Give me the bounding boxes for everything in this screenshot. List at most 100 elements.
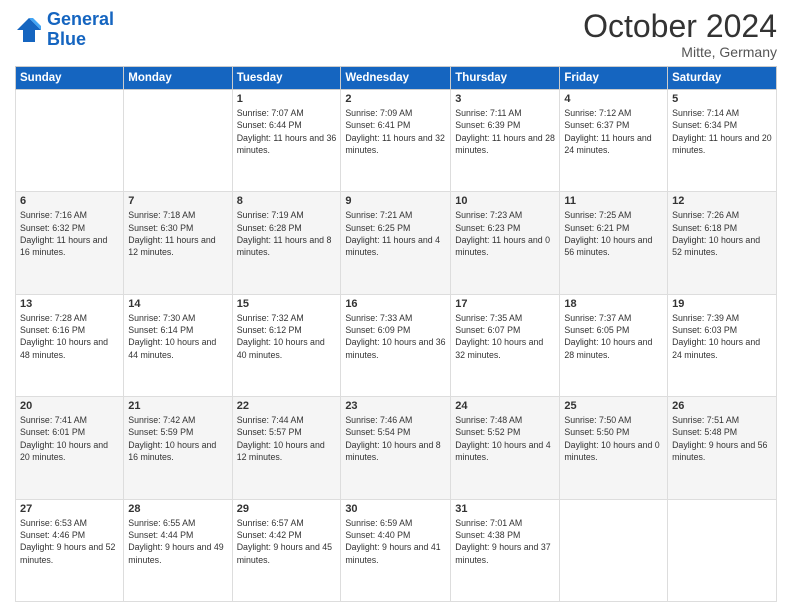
page: General Blue October 2024 Mitte, Germany… [0,0,792,612]
day-info: Sunrise: 7:25 AM Sunset: 6:21 PM Dayligh… [564,209,663,258]
day-info: Sunrise: 7:23 AM Sunset: 6:23 PM Dayligh… [455,209,555,258]
weekday-header: Thursday [451,67,560,90]
day-info: Sunrise: 7:35 AM Sunset: 6:07 PM Dayligh… [455,312,555,361]
calendar-cell: 1Sunrise: 7:07 AM Sunset: 6:44 PM Daylig… [232,90,341,192]
weekday-header: Friday [560,67,668,90]
day-info: Sunrise: 7:07 AM Sunset: 6:44 PM Dayligh… [237,107,337,156]
day-number: 3 [455,93,555,105]
weekday-header: Saturday [668,67,777,90]
day-number: 19 [672,298,772,310]
calendar-cell: 24 Sunrise: 7:48 AM Sunset: 5:52 PM Dayli… [451,397,560,499]
day-number: 23 [345,400,446,412]
day-number: 15 [237,298,337,310]
day-number: 21 [128,400,227,412]
day-number: 4 [564,93,663,105]
day-info: Sunrise: 7:09 AM Sunset: 6:41 PM Dayligh… [345,107,446,156]
calendar-week-row: 20Sunrise: 7:41 AM Sunset: 6:01 PM Dayli… [16,397,777,499]
day-info: Sunrise: 6:53 AM Sunset: 4:46 PM Dayligh… [20,517,119,566]
day-info: Sunrise: 7:50 AM Sunset: 5:50 PM Dayligh… [564,414,663,463]
calendar-cell: 2 Sunrise: 7:09 AM Sunset: 6:41 PM Daylig… [341,90,451,192]
weekday-header: Tuesday [232,67,341,90]
calendar-cell: 11Sunrise: 7:25 AM Sunset: 6:21 PM Dayli… [560,192,668,294]
day-info: Sunrise: 7:19 AM Sunset: 6:28 PM Dayligh… [237,209,337,258]
calendar-cell [668,499,777,601]
day-number: 22 [237,400,337,412]
calendar-cell: 29Sunrise: 6:57 AM Sunset: 4:42 PM Dayli… [232,499,341,601]
day-number: 20 [20,400,119,412]
calendar-cell: 21Sunrise: 7:42 AM Sunset: 5:59 PM Dayli… [124,397,232,499]
day-info: Sunrise: 7:48 AM Sunset: 5:52 PM Dayligh… [455,414,555,463]
day-number: 17 [455,298,555,310]
day-number: 30 [345,503,446,515]
calendar-cell [560,499,668,601]
weekday-header: Monday [124,67,232,90]
day-info: Sunrise: 7:11 AM Sunset: 6:39 PM Dayligh… [455,107,555,156]
calendar-cell: 25 Sunrise: 7:50 AM Sunset: 5:50 PM Dayli… [560,397,668,499]
day-number: 5 [672,93,772,105]
day-number: 2 [345,93,446,105]
day-number: 16 [345,298,446,310]
calendar-week-row: 1Sunrise: 7:07 AM Sunset: 6:44 PM Daylig… [16,90,777,192]
day-info: Sunrise: 7:16 AM Sunset: 6:32 PM Dayligh… [20,209,119,258]
day-number: 6 [20,195,119,207]
location-subtitle: Mitte, Germany [583,44,777,60]
day-number: 27 [20,503,119,515]
logo-line1: General [47,9,114,29]
calendar-cell: 12Sunrise: 7:26 AM Sunset: 6:18 PM Dayli… [668,192,777,294]
day-info: Sunrise: 6:57 AM Sunset: 4:42 PM Dayligh… [237,517,337,566]
calendar-cell: 22 Sunrise: 7:44 AM Sunset: 5:57 PM Dayli… [232,397,341,499]
day-number: 26 [672,400,772,412]
weekday-header: Sunday [16,67,124,90]
day-info: Sunrise: 7:46 AM Sunset: 5:54 PM Dayligh… [345,414,446,463]
calendar-cell: 18 Sunrise: 7:37 AM Sunset: 6:05 PM Dayli… [560,294,668,396]
day-info: Sunrise: 7:26 AM Sunset: 6:18 PM Dayligh… [672,209,772,258]
calendar-cell: 19 Sunrise: 7:39 AM Sunset: 6:03 PM Dayli… [668,294,777,396]
day-info: Sunrise: 6:55 AM Sunset: 4:44 PM Dayligh… [128,517,227,566]
calendar-cell: 13 Sunrise: 7:28 AM Sunset: 6:16 PM Dayli… [16,294,124,396]
day-number: 31 [455,503,555,515]
day-number: 7 [128,195,227,207]
day-info: Sunrise: 7:37 AM Sunset: 6:05 PM Dayligh… [564,312,663,361]
calendar-cell: 10 Sunrise: 7:23 AM Sunset: 6:23 PM Dayli… [451,192,560,294]
logo-line2: Blue [47,29,86,49]
calendar-cell: 5 Sunrise: 7:14 AM Sunset: 6:34 PM Daylig… [668,90,777,192]
day-number: 9 [345,195,446,207]
day-info: Sunrise: 7:44 AM Sunset: 5:57 PM Dayligh… [237,414,337,463]
header: General Blue October 2024 Mitte, Germany [15,10,777,60]
day-info: Sunrise: 7:14 AM Sunset: 6:34 PM Dayligh… [672,107,772,156]
day-number: 13 [20,298,119,310]
day-info: Sunrise: 7:33 AM Sunset: 6:09 PM Dayligh… [345,312,446,361]
calendar-cell [124,90,232,192]
weekday-header: Wednesday [341,67,451,90]
calendar-cell: 15 Sunrise: 7:32 AM Sunset: 6:12 PM Dayli… [232,294,341,396]
calendar-week-row: 6 Sunrise: 7:16 AM Sunset: 6:32 PM Daylig… [16,192,777,294]
calendar-cell: 31 Sunrise: 7:01 AM Sunset: 4:38 PM Dayli… [451,499,560,601]
day-number: 18 [564,298,663,310]
calendar-cell: 28Sunrise: 6:55 AM Sunset: 4:44 PM Dayli… [124,499,232,601]
day-info: Sunrise: 7:51 AM Sunset: 5:48 PM Dayligh… [672,414,772,463]
day-number: 8 [237,195,337,207]
logo-text: General Blue [47,10,114,50]
calendar-cell [16,90,124,192]
calendar-cell: 26 Sunrise: 7:51 AM Sunset: 5:48 PM Dayli… [668,397,777,499]
calendar-cell: 27 Sunrise: 6:53 AM Sunset: 4:46 PM Dayli… [16,499,124,601]
day-number: 14 [128,298,227,310]
day-info: Sunrise: 7:30 AM Sunset: 6:14 PM Dayligh… [128,312,227,361]
day-info: Sunrise: 7:01 AM Sunset: 4:38 PM Dayligh… [455,517,555,566]
day-info: Sunrise: 7:28 AM Sunset: 6:16 PM Dayligh… [20,312,119,361]
calendar-cell: 16 Sunrise: 7:33 AM Sunset: 6:09 PM Dayli… [341,294,451,396]
day-info: Sunrise: 7:21 AM Sunset: 6:25 PM Dayligh… [345,209,446,258]
day-number: 25 [564,400,663,412]
day-number: 24 [455,400,555,412]
day-info: Sunrise: 7:18 AM Sunset: 6:30 PM Dayligh… [128,209,227,258]
calendar-table: SundayMondayTuesdayWednesdayThursdayFrid… [15,66,777,602]
weekday-header-row: SundayMondayTuesdayWednesdayThursdayFrid… [16,67,777,90]
day-info: Sunrise: 7:39 AM Sunset: 6:03 PM Dayligh… [672,312,772,361]
calendar-week-row: 13 Sunrise: 7:28 AM Sunset: 6:16 PM Dayli… [16,294,777,396]
calendar-cell: 17 Sunrise: 7:35 AM Sunset: 6:07 PM Dayli… [451,294,560,396]
calendar-cell: 6 Sunrise: 7:16 AM Sunset: 6:32 PM Daylig… [16,192,124,294]
day-number: 10 [455,195,555,207]
calendar-cell: 20Sunrise: 7:41 AM Sunset: 6:01 PM Dayli… [16,397,124,499]
day-info: Sunrise: 7:32 AM Sunset: 6:12 PM Dayligh… [237,312,337,361]
month-title: October 2024 [583,10,777,42]
